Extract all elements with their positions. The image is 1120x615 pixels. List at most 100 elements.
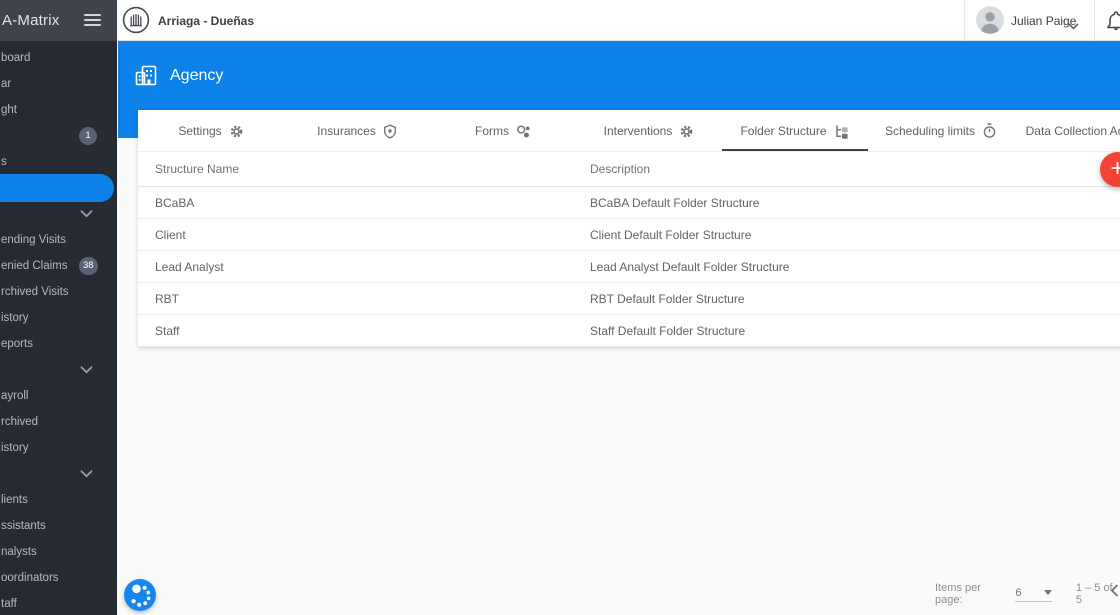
- sidebar-item-s[interactable]: s: [0, 149, 117, 175]
- sidebar-section-chevron-icon[interactable]: [80, 201, 94, 227]
- sidebar-item-label: nalysts: [1, 546, 37, 558]
- notifications-bell-icon[interactable]: [1106, 10, 1120, 37]
- top-bar: A-Matrix Arriaga - Dueñas Julian Paige: [0, 0, 1120, 41]
- cell-structure-name: Staff: [155, 324, 180, 338]
- sidebar-section-chevron-icon[interactable]: [80, 461, 94, 487]
- sidebar-item-label: rchived Visits: [1, 286, 69, 298]
- tab-label: Folder Structure: [740, 124, 827, 138]
- sidebar-item-label: rchived: [1, 416, 39, 428]
- sidebar-badge: 1: [79, 127, 97, 145]
- cell-description: Staff Default Folder Structure: [590, 324, 746, 338]
- user-menu-name[interactable]: Julian Paige: [1011, 14, 1076, 28]
- sidebar-item-enied-claims[interactable]: enied Claims 38: [0, 253, 117, 279]
- brand-block: A-Matrix: [0, 0, 117, 41]
- tab-label: Scheduling limits: [884, 124, 976, 138]
- table-row[interactable]: Lead Analyst Lead Analyst Default Folder …: [138, 251, 1120, 283]
- sidebar-item-ending-visits[interactable]: ending Visits: [0, 227, 117, 253]
- sidebar-item-label: enied Claims: [1, 260, 68, 272]
- sidebar-item-label: ayroll: [1, 390, 29, 402]
- topbar-divider: [1094, 0, 1095, 41]
- active-tab-indicator: [722, 148, 868, 151]
- items-per-page-label: Items per page:: [935, 582, 981, 606]
- cell-description: BCaBA Default Folder Structure: [590, 196, 760, 210]
- tab-data-collection-access[interactable]: Data Collection Access: [1014, 110, 1120, 152]
- chat-widget-button[interactable]: [124, 579, 156, 611]
- cell-structure-name: BCaBA: [155, 196, 195, 210]
- tab-scheduling-limits[interactable]: Scheduling limits: [868, 110, 1014, 152]
- tab-interventions[interactable]: Interventions: [576, 110, 722, 152]
- sidebar-item-istory[interactable]: istory: [0, 435, 117, 461]
- sidebar-item-taff[interactable]: taff: [0, 591, 117, 615]
- sidebar-nav: board ar ght 1 s ending Visits enied Claims 38 r…: [0, 41, 117, 615]
- cell-structure-name: Client: [155, 228, 186, 242]
- sidebar-item-istory[interactable]: istory: [0, 305, 117, 331]
- gear-icon: [679, 124, 694, 139]
- sidebar-item-lients[interactable]: lients: [0, 487, 117, 513]
- tab-settings[interactable]: Settings: [138, 110, 284, 152]
- sidebar-item-label: ending Visits: [1, 234, 66, 246]
- tab-label: Settings: [178, 124, 222, 138]
- tab-forms[interactable]: Forms: [430, 110, 576, 152]
- sidebar-item-label: lients: [1, 494, 28, 506]
- column-structure-name: Structure Name: [155, 162, 240, 176]
- sidebar-item-label: eports: [1, 338, 33, 350]
- folder-structure-card: Settings Insurances Forms Interventions Fold…: [138, 110, 1120, 347]
- sidebar-item-active[interactable]: [0, 174, 114, 202]
- sidebar-item-oordinators[interactable]: oordinators: [0, 565, 117, 591]
- cell-structure-name: Lead Analyst: [155, 260, 224, 274]
- sidebar-item-eports[interactable]: eports: [0, 331, 117, 357]
- cell-description: Lead Analyst Default Folder Structure: [590, 260, 790, 274]
- sidebar-item-ayroll[interactable]: ayroll: [0, 383, 117, 409]
- tab-label: Interventions: [603, 124, 673, 138]
- bubbles-icon: [516, 124, 531, 139]
- page-title: Agency: [170, 67, 224, 84]
- items-per-page-select[interactable]: 6: [1015, 587, 1052, 602]
- user-avatar[interactable]: [976, 6, 1004, 34]
- sidebar-item-ar[interactable]: ar: [0, 71, 117, 97]
- sidebar-item-label: istory: [1, 312, 29, 324]
- menu-toggle-button[interactable]: [84, 14, 101, 27]
- table-row[interactable]: BCaBA BCaBA Default Folder Structure: [138, 187, 1120, 219]
- gear-icon: [229, 124, 244, 139]
- chevron-down-icon[interactable]: [1068, 17, 1079, 35]
- sidebar-badge: 38: [79, 257, 98, 275]
- cell-description: RBT Default Folder Structure: [590, 292, 745, 306]
- sidebar-item-label: oordinators: [1, 572, 59, 584]
- timer-icon: [982, 123, 997, 139]
- sidebar-item-label: ar: [1, 78, 12, 90]
- tab-label: Insurances: [317, 124, 376, 138]
- previous-page-button[interactable]: [1110, 584, 1119, 602]
- table-row[interactable]: RBT RBT Default Folder Structure: [138, 283, 1120, 315]
- sidebar-item-label: ssistants: [1, 520, 46, 532]
- table-row[interactable]: Client Client Default Folder Structure: [138, 219, 1120, 251]
- tab-folder-structure[interactable]: Folder Structure: [722, 110, 868, 152]
- column-description: Description: [590, 162, 651, 176]
- cell-structure-name: RBT: [155, 292, 179, 306]
- topbar-divider: [964, 0, 965, 41]
- sidebar-item-label: ght: [1, 104, 17, 116]
- table-row[interactable]: Staff Staff Default Folder Structure: [138, 315, 1120, 347]
- sidebar-section-chevron-icon[interactable]: [80, 357, 94, 383]
- tab-insurances[interactable]: Insurances: [284, 110, 430, 152]
- shield-icon: [383, 123, 397, 139]
- sidebar-item-label: s: [1, 156, 7, 168]
- sidebar-item-label: taff: [1, 598, 17, 610]
- sidebar-item-nalysts[interactable]: nalysts: [0, 539, 117, 565]
- items-per-page-value: 6: [1015, 586, 1022, 599]
- buildings-icon: [133, 62, 160, 94]
- sidebar-item-ght[interactable]: ght: [0, 97, 117, 123]
- table-header: Structure Name Description: [138, 152, 1120, 187]
- sidebar-item-label: istory: [1, 442, 29, 454]
- brand-logo: A-Matrix: [2, 12, 60, 29]
- sidebar-item-ssistants[interactable]: ssistants: [0, 513, 117, 539]
- sidebar-item-rchived-visits[interactable]: rchived Visits: [0, 279, 117, 305]
- paginator: Items per page: 6 1 – 5 of 5: [935, 582, 1120, 606]
- clinic-name: Arriaga - Dueñas: [158, 14, 255, 28]
- sidebar-item-rchived[interactable]: rchived: [0, 409, 117, 435]
- select-caret-icon: [1043, 590, 1052, 595]
- sidebar-item-3[interactable]: 1: [0, 123, 117, 149]
- tree-icon: [834, 124, 850, 139]
- cell-description: Client Default Folder Structure: [590, 228, 752, 242]
- sidebar-item-board[interactable]: board: [0, 45, 117, 71]
- tab-bar: Settings Insurances Forms Interventions Fold…: [138, 110, 1120, 152]
